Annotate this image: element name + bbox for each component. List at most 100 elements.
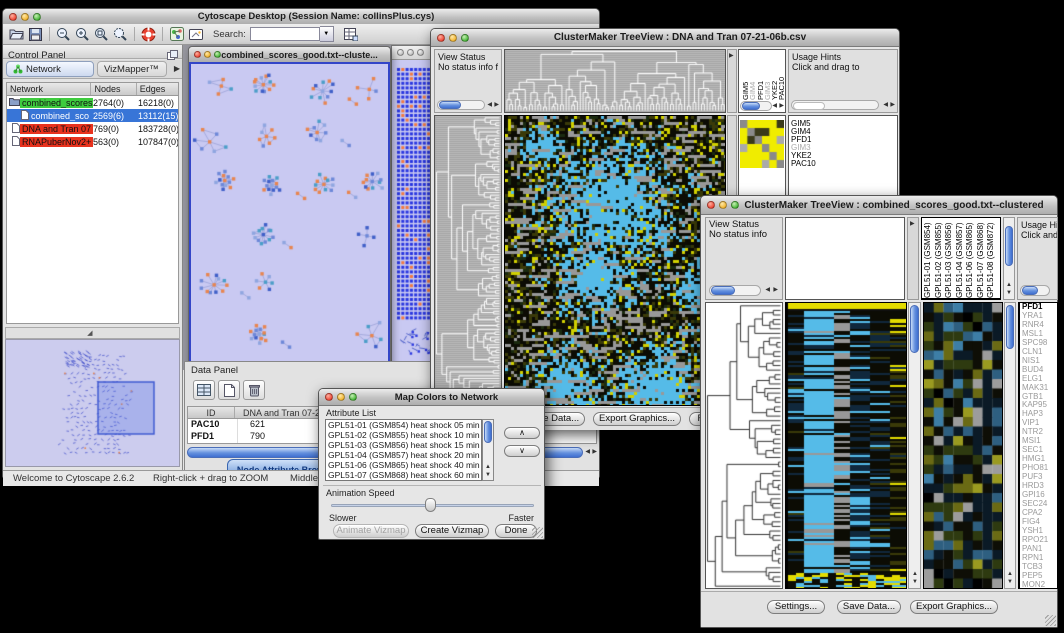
settings-button[interactable]: Settings... — [767, 600, 825, 614]
scroll-thumb[interactable] — [1005, 226, 1013, 266]
birdseye-grip-icon[interactable]: ◢ — [87, 329, 92, 337]
create-vizmap-button[interactable]: Create Vizmap — [415, 524, 489, 538]
zoom-button[interactable] — [461, 34, 469, 42]
help-lifering-icon[interactable] — [139, 26, 158, 43]
scroll-right-arrow[interactable]: ▶ — [592, 448, 597, 456]
scroll-right-arrow[interactable]: ▶ — [773, 286, 778, 294]
strip-arrow[interactable]: ▶ — [729, 52, 734, 60]
id-column-header[interactable]: ID — [188, 407, 235, 418]
attribute-list-item[interactable]: GPL51-02 (GSM855) heat shock 10 min — [326, 430, 481, 440]
scroll-down-arrow[interactable]: ▼ — [912, 578, 918, 586]
network-tree-row[interactable]: DNA and Tran 07769(0)183728(0) — [7, 122, 178, 135]
scroll-left-arrow[interactable]: ◀ — [883, 101, 888, 109]
tv1-heatmap[interactable] — [505, 116, 725, 405]
minimize-button[interactable] — [337, 393, 345, 401]
resize-grip[interactable] — [1045, 615, 1056, 626]
close-button[interactable] — [437, 34, 445, 42]
attribute-list-item[interactable]: GPL51-03 (GSM856) heat shock 15 min — [326, 440, 481, 450]
scroll-left-arrow[interactable]: ◀ — [487, 101, 492, 109]
array-column-label[interactable]: GPL51-07 (GSM868) — [976, 218, 987, 298]
attribute-list-item[interactable]: GPL51-01 (GSM854) heat shock 05 min — [326, 420, 481, 430]
export-graphics-button[interactable]: Export Graphics... — [910, 600, 998, 614]
scroll-thumb[interactable] — [793, 102, 825, 110]
col-edges[interactable]: Edges — [137, 83, 178, 95]
open-file-button[interactable] — [7, 26, 26, 43]
scroll-up-arrow[interactable]: ▲ — [485, 463, 491, 471]
minimize-button[interactable] — [204, 51, 211, 58]
network-tree-row[interactable]: combined_sco2569(6)13112(15) — [7, 109, 178, 122]
array-column-label[interactable]: PFD1 — [756, 50, 763, 100]
save-data-button[interactable]: Save Data... — [837, 600, 901, 614]
array-column-label[interactable]: GPL51-03 (GSM856) — [944, 218, 955, 298]
scroll-left-arrow[interactable]: ◀ — [772, 102, 777, 110]
tv1-status-scrollbar[interactable] — [437, 100, 485, 110]
array-column-label[interactable]: GIM4 — [748, 50, 755, 100]
col-nodes[interactable]: Nodes — [91, 83, 136, 95]
close-button[interactable] — [194, 51, 201, 58]
tv2-heatmap[interactable] — [786, 303, 906, 588]
zoom-button[interactable] — [417, 49, 424, 56]
network-frame-titlebar[interactable]: combined_scores_good.txt--cluste... — [189, 47, 390, 63]
zoom-out-icon[interactable] — [54, 26, 73, 43]
tv2-status-scrollbar[interactable] — [709, 285, 761, 296]
scroll-right-arrow[interactable]: ▶ — [890, 101, 895, 109]
search-input[interactable] — [250, 27, 320, 41]
vizmapper-icon[interactable] — [167, 26, 186, 43]
move-up-button[interactable]: ∧ — [504, 427, 540, 439]
gene-label[interactable]: PAC10 — [791, 160, 897, 168]
tab-network[interactable]: Network — [6, 61, 94, 77]
tv2-hints-scrollbar[interactable] — [1020, 285, 1050, 296]
network-tree-row[interactable]: combined_scores2764(0)16218(0) — [7, 96, 178, 109]
tv2-labels-vscrollbar[interactable]: ▲ ▼ — [1003, 217, 1015, 300]
birdseye-canvas[interactable] — [6, 340, 179, 466]
minimize-button[interactable] — [407, 49, 414, 56]
move-down-button[interactable]: ∨ — [504, 445, 540, 457]
tv2-zoom-heatmap[interactable] — [924, 303, 1002, 588]
tv2-column-dendrogram-panel[interactable] — [785, 217, 905, 300]
tv2-divider-strip[interactable]: ▶ — [907, 217, 919, 300]
tab-vizmapper[interactable]: VizMapper™ — [97, 61, 167, 77]
scroll-thumb[interactable] — [742, 102, 760, 110]
main-titlebar[interactable]: Cytoscape Desktop (Session Name: collins… — [3, 9, 599, 25]
array-column-label[interactable]: GPL51-02 (GSM855) — [934, 218, 945, 298]
scroll-up-arrow[interactable]: ▲ — [1006, 281, 1012, 289]
new-document-icon-button[interactable] — [218, 380, 240, 400]
search-dropdown-arrow[interactable]: ▼ — [320, 26, 334, 42]
dialog-titlebar[interactable]: Map Colors to Network — [319, 389, 544, 406]
network-tree-row[interactable]: RNAPuberNov2+563(0)107847(0) — [7, 135, 178, 148]
zoom-in-icon[interactable] — [73, 26, 92, 43]
array-column-label[interactable]: GPL51-01 (GSM854) — [923, 218, 934, 298]
speed-slider-thumb[interactable] — [425, 498, 436, 512]
export-graphics-button[interactable]: Export Graphics... — [593, 412, 681, 426]
zoom-fit-icon[interactable] — [92, 26, 111, 43]
zoom-button[interactable] — [731, 201, 739, 209]
tv1-column-dendrogram[interactable] — [505, 50, 725, 112]
scroll-down-arrow[interactable]: ▼ — [1006, 289, 1012, 297]
scroll-thumb[interactable] — [910, 305, 919, 353]
trash-icon-button[interactable] — [243, 380, 265, 400]
strip-arrow[interactable]: ▶ — [910, 220, 915, 228]
tv1-zoom-heatmap[interactable] — [740, 120, 784, 168]
minimize-button[interactable] — [21, 13, 29, 21]
tv1-labels-scrollbar[interactable] — [740, 101, 772, 111]
scroll-thumb[interactable] — [1006, 305, 1014, 349]
scroll-right-arrow[interactable]: ▶ — [779, 102, 784, 110]
tab-overflow-arrow[interactable]: ▶ — [174, 64, 180, 73]
scroll-right-arrow[interactable]: ▶ — [494, 101, 499, 109]
tv1-divider-strip[interactable]: ▶ — [727, 49, 737, 113]
scroll-thumb[interactable] — [484, 421, 492, 443]
array-column-label[interactable]: PAC10 — [777, 50, 784, 100]
scroll-down-arrow[interactable]: ▼ — [1007, 578, 1013, 586]
attribute-list-item[interactable]: GPL51-06 (GSM865) heat shock 40 min — [326, 460, 481, 470]
network-canvas[interactable] — [191, 64, 388, 366]
treeview1-titlebar[interactable]: ClusterMaker TreeView : DNA and Tran 07-… — [431, 29, 899, 47]
zoom-button[interactable] — [349, 393, 357, 401]
resize-grip[interactable] — [532, 527, 543, 538]
attribute-list-scrollbar[interactable]: ▲ ▼ — [482, 419, 494, 481]
table-icon-button[interactable] — [193, 380, 215, 400]
gene-label[interactable]: MON2 — [1020, 581, 1057, 589]
array-column-label[interactable]: GPL51-04 (GSM857) — [955, 218, 966, 298]
col-network[interactable]: Network — [7, 83, 91, 95]
done-button[interactable]: Done — [495, 524, 537, 538]
array-column-label[interactable]: GPL51-08 (GSM872) — [986, 218, 997, 298]
